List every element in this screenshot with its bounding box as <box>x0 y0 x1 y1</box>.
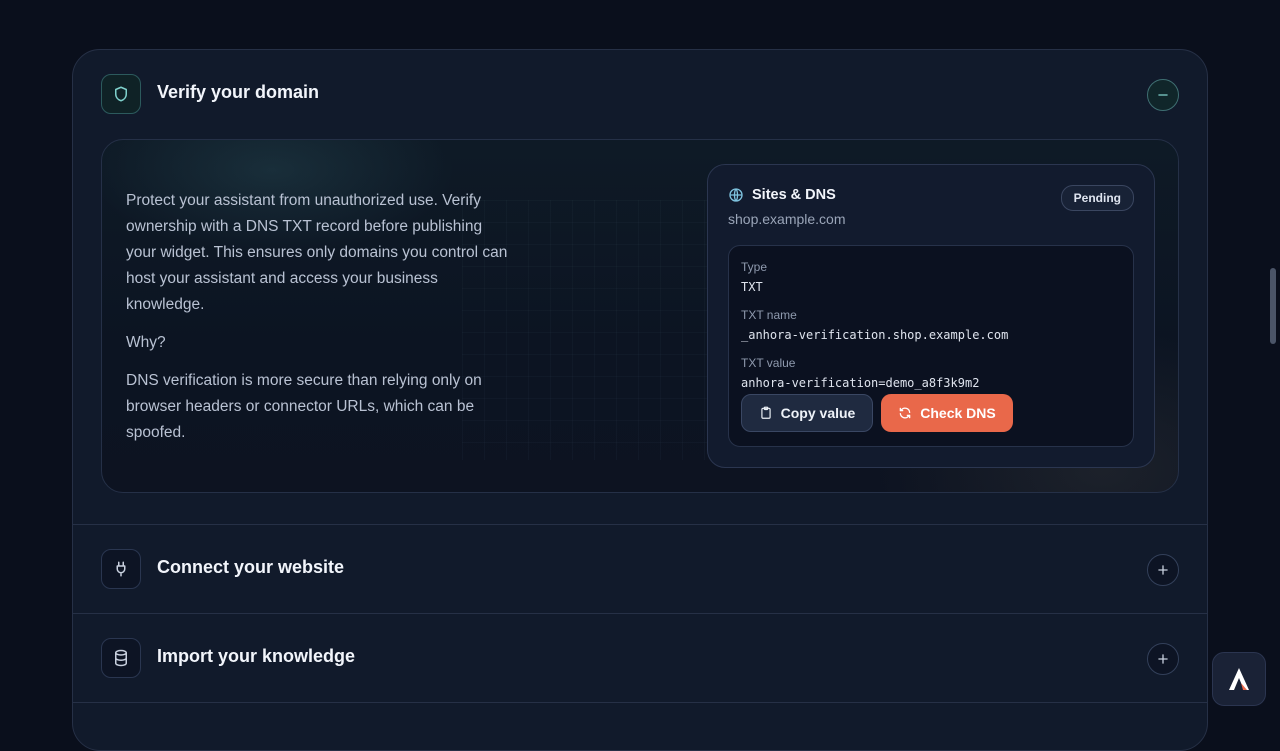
shield-icon-box <box>101 74 141 114</box>
plug-icon <box>116 561 126 577</box>
copy-value-label: Copy value <box>780 405 856 421</box>
dns-card-title: Sites & DNS <box>752 187 836 203</box>
check-dns-button[interactable]: Check DNS <box>881 394 1013 432</box>
description-paragraph: DNS verification is more secure than rel… <box>126 372 482 441</box>
anhora-logo-icon <box>1229 668 1249 690</box>
refresh-icon <box>899 407 911 419</box>
record-value-value: anhora-verification=demo_a8f3k9m2 <box>741 376 980 390</box>
record-type-value: TXT <box>741 280 763 294</box>
setup-card: Verify your domain Protect your assistan… <box>72 49 1208 751</box>
section-title-import: Import your knowledge <box>157 646 356 666</box>
database-icon-box <box>101 638 141 678</box>
section-divider <box>73 702 1207 703</box>
check-dns-label: Check DNS <box>920 405 996 421</box>
plus-icon <box>1158 565 1168 575</box>
expand-button[interactable] <box>1147 554 1179 586</box>
scrollbar-thumb[interactable] <box>1270 268 1276 344</box>
shield-icon <box>115 86 127 102</box>
clipboard-icon <box>760 406 771 419</box>
section-title-verify: Verify your domain <box>157 82 320 102</box>
record-name-value: _anhora-verification.shop.example.com <box>741 328 1009 342</box>
verify-description: Protect your assistant from unauthorized… <box>126 188 516 458</box>
database-icon <box>115 649 127 667</box>
expand-button[interactable] <box>1147 643 1179 675</box>
record-type-label: Type <box>741 260 768 274</box>
collapse-button[interactable] <box>1147 79 1179 111</box>
plus-icon <box>1158 654 1168 664</box>
why-heading: Why? <box>126 334 166 351</box>
domain-name: shop.example.com <box>728 211 846 227</box>
section-connect-header[interactable]: Connect your website <box>73 525 1207 614</box>
dns-record-box: Type TXT TXT name _anhora-verification.s… <box>728 245 1134 447</box>
description-paragraph: Protect your assistant from unauthorized… <box>126 192 508 313</box>
record-name-label: TXT name <box>741 308 797 322</box>
copy-value-button[interactable]: Copy value <box>741 394 873 432</box>
record-value-label: TXT value <box>741 356 796 370</box>
globe-icon <box>729 188 743 202</box>
section-import-header[interactable]: Import your knowledge <box>73 614 1207 703</box>
minus-icon <box>1158 94 1168 96</box>
plug-icon-box <box>101 549 141 589</box>
dns-card: Sites & DNS shop.example.com Pending Typ… <box>707 164 1155 468</box>
status-badge: Pending <box>1060 185 1134 211</box>
verify-panel: Protect your assistant from unauthorized… <box>101 139 1179 493</box>
section-title-connect: Connect your website <box>157 557 345 577</box>
section-verify-header[interactable]: Verify your domain <box>73 50 1207 139</box>
app-logo-button[interactable] <box>1212 652 1266 706</box>
